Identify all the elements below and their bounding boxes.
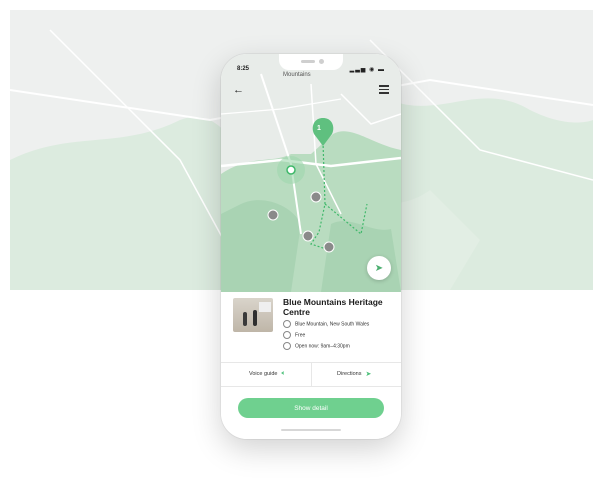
place-thumbnail[interactable] [233,298,273,332]
back-arrow-icon[interactable]: ← [233,84,244,96]
location-arrow-icon: ➤ [374,262,384,274]
map-view[interactable]: 8:25 ▂▃▅ ◉ ▬ Mountains 1 ← ➤ [221,54,401,292]
speaker-icon: 🔈︎ [281,370,286,377]
place-title: Blue Mountains Heritage Centre [283,297,383,317]
thumbnail-person [243,312,247,326]
clock-icon [283,342,291,350]
location-pin-icon [283,320,291,328]
phone-frame: 8:25 ▂▃▅ ◉ ▬ Mountains 1 ← ➤ Blue Mounta… [221,54,401,439]
thumbnail-artwork [259,302,271,312]
filter-icon[interactable] [379,85,389,94]
place-card: Blue Mountains Heritage Centre Blue Moun… [221,292,401,439]
price-row: Free [283,331,305,339]
phone-notch [279,54,343,70]
divider-vertical [311,362,312,386]
location-text: Blue Mountain, New South Wales [295,321,370,328]
voice-guide-label: Voice guide [249,371,278,377]
navigation-arrow-icon: ➤ [365,371,372,378]
status-time: 8:25 [237,66,250,72]
front-camera [319,59,324,64]
home-indicator [281,429,341,431]
voice-guide-button[interactable]: Voice guide 🔈︎ [249,366,286,382]
hours-text: Open now: 9am–4:30pm [295,343,350,350]
hours-row: Open now: 9am–4:30pm [283,342,350,350]
thumbnail-person [253,310,257,326]
price-text: Free [295,332,306,339]
show-detail-button[interactable]: Show detail [238,398,384,418]
map-area-label: Mountains [283,72,311,78]
status-icons: ▂▃▅ ◉ ▬ [349,67,385,73]
divider [221,386,401,387]
directions-button[interactable]: Directions ➤ [337,366,371,382]
main-pin-number[interactable]: 1 [317,125,321,132]
navigate-location-button[interactable]: ➤ [367,256,391,280]
speaker-grille [301,60,315,63]
location-row: Blue Mountain, New South Wales [283,320,369,328]
directions-label: Directions [337,371,362,377]
price-icon [283,331,291,339]
